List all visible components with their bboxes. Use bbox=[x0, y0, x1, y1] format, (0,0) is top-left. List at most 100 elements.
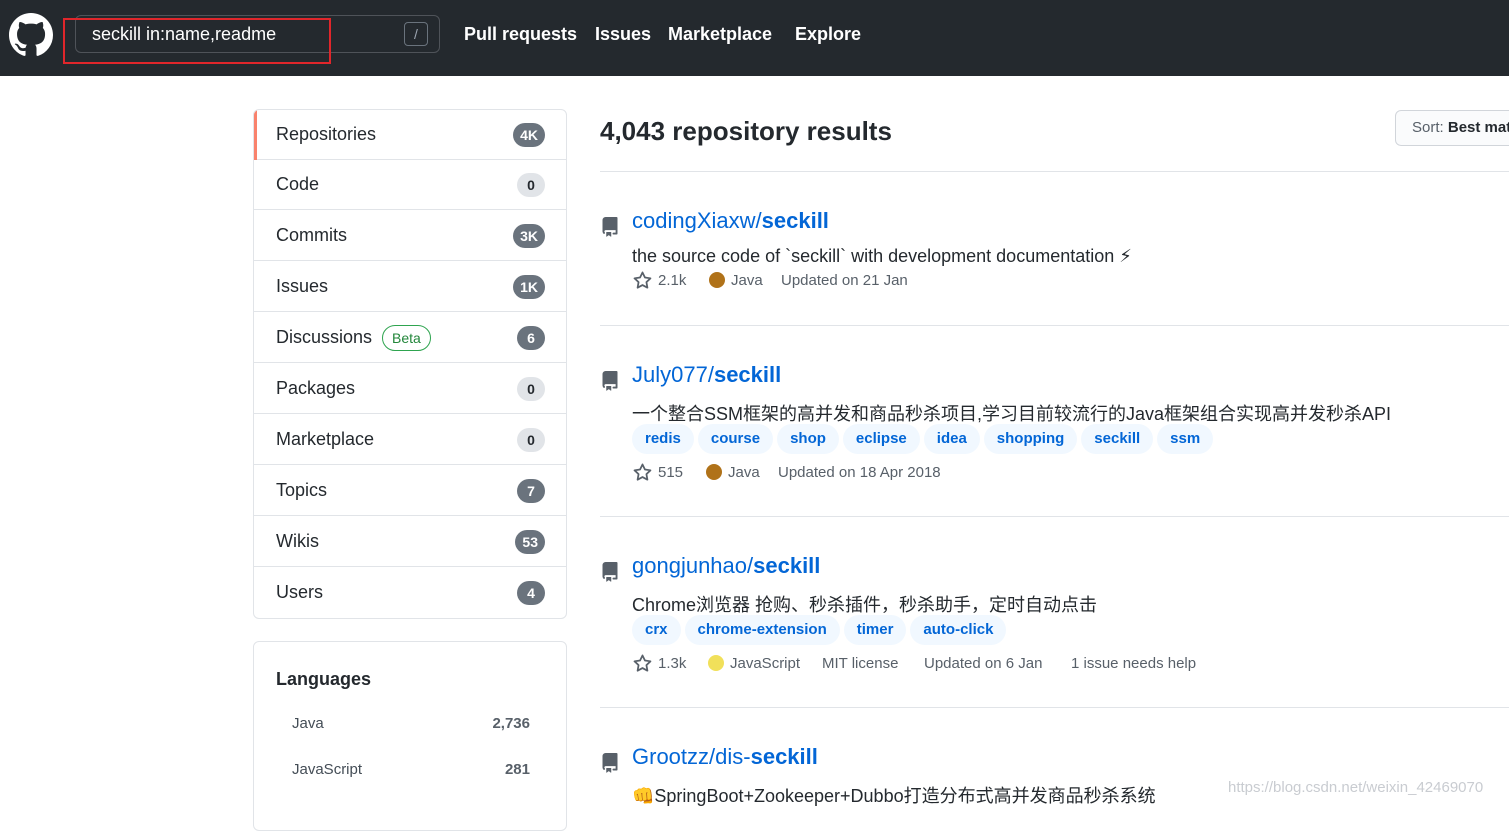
menu-item-label: Topics bbox=[276, 480, 328, 500]
nav-explore[interactable]: Explore bbox=[795, 24, 861, 45]
repo-icon bbox=[602, 562, 618, 582]
repo-description: 一个整合SSM框架的高并发和商品秒杀项目,学习目前较流行的Java框架组合实现高… bbox=[632, 404, 1392, 424]
csdn-watermark: https://blog.csdn.net/weixin_42469070 bbox=[1228, 779, 1484, 796]
topic-tag[interactable]: shop bbox=[777, 424, 839, 454]
results-divider bbox=[600, 516, 1509, 517]
topic-tag[interactable]: redis bbox=[632, 424, 694, 454]
menu-item-label: Repositories bbox=[276, 124, 377, 144]
language-color-dot bbox=[709, 272, 725, 288]
search-type-menu: Repositories 4K Code 0 Commits 3K Issues… bbox=[253, 109, 567, 619]
topic-tag[interactable]: crx bbox=[632, 615, 681, 645]
language-filter-javascript[interactable]: JavaScript 281 bbox=[292, 761, 530, 778]
menu-item-label: Users bbox=[276, 582, 324, 602]
repo-link[interactable]: Grootzz/dis-seckill bbox=[632, 744, 818, 770]
repo-link[interactable]: gongjunhao/seckill bbox=[632, 553, 820, 579]
repo-description: 👊SpringBoot+Zookeeper+Dubbo打造分布式高并发商品秒杀系… bbox=[632, 786, 1156, 806]
repo-license: MIT license bbox=[822, 655, 899, 672]
menu-item-counter: 6 bbox=[517, 326, 545, 350]
repo-topics: crx chrome-extension timer auto-click bbox=[632, 615, 1010, 645]
menu-item-label: Packages bbox=[276, 378, 356, 398]
repo-link[interactable]: July077/seckill bbox=[632, 362, 781, 388]
topic-tag[interactable]: auto-click bbox=[910, 615, 1007, 645]
star-icon[interactable] bbox=[632, 462, 653, 483]
beta-badge: Beta bbox=[382, 325, 431, 351]
star-icon[interactable] bbox=[632, 270, 653, 291]
repo-topics: redis course shop eclipse idea shopping seckil… bbox=[632, 424, 1217, 454]
topic-tag[interactable]: seckill bbox=[1081, 424, 1154, 454]
topic-tag[interactable]: ssm bbox=[1157, 424, 1214, 454]
repo-link[interactable]: codingXiaxw/seckill bbox=[632, 208, 829, 234]
menu-item-label: Wikis bbox=[276, 531, 319, 551]
menu-item-issues[interactable]: Issues 1K bbox=[254, 262, 566, 312]
languages-title: Languages bbox=[276, 669, 372, 689]
menu-item-code[interactable]: Code 0 bbox=[254, 160, 566, 210]
menu-item-topics[interactable]: Topics 7 bbox=[254, 466, 566, 516]
repo-language: JavaScript bbox=[708, 655, 800, 672]
menu-item-users[interactable]: Users 4 bbox=[254, 568, 566, 618]
menu-item-label: Marketplace bbox=[276, 429, 375, 449]
language-filter-java[interactable]: Java 2,736 bbox=[292, 715, 530, 732]
menu-item-counter: 7 bbox=[517, 479, 545, 503]
menu-item-discussions[interactable]: Discussions Beta 6 bbox=[254, 313, 566, 363]
repo-name-highlight: seckill bbox=[750, 744, 818, 769]
nav-pull-requests[interactable]: Pull requests bbox=[464, 24, 577, 45]
topic-tag[interactable]: course bbox=[697, 424, 774, 454]
topic-tag[interactable]: shopping bbox=[983, 424, 1078, 454]
menu-item-commits[interactable]: Commits 3K bbox=[254, 211, 566, 261]
sort-dropdown[interactable]: Sort: Best match bbox=[1395, 110, 1509, 146]
menu-item-label: Discussions bbox=[276, 327, 373, 347]
results-count-title: 4,043 repository results bbox=[600, 116, 892, 146]
repo-name-highlight: seckill bbox=[753, 553, 821, 578]
repo-help-issues[interactable]: 1 issue needs help bbox=[1071, 655, 1196, 672]
menu-item-repositories[interactable]: Repositories 4K bbox=[254, 110, 566, 160]
highlight-annotation-box bbox=[63, 18, 331, 64]
slash-shortcut-hint: / bbox=[404, 22, 428, 46]
nav-marketplace[interactable]: Marketplace bbox=[668, 24, 772, 45]
menu-item-counter: 4K bbox=[513, 123, 545, 147]
repo-stars[interactable]: 2.1k bbox=[658, 272, 686, 289]
repo-owner: codingXiaxw/ bbox=[632, 208, 762, 233]
menu-item-counter: 1K bbox=[513, 275, 545, 299]
menu-item-marketplace[interactable]: Marketplace 0 bbox=[254, 415, 566, 465]
repo-stars[interactable]: 1.3k bbox=[658, 655, 686, 672]
menu-item-counter: 3K bbox=[513, 224, 545, 248]
repo-updated: Updated on 18 Apr 2018 bbox=[778, 464, 941, 481]
repo-icon bbox=[602, 753, 618, 773]
sort-value: Best match bbox=[1447, 119, 1509, 136]
star-icon[interactable] bbox=[632, 653, 653, 674]
repo-updated: Updated on 6 Jan bbox=[924, 655, 1043, 672]
language-count: 281 bbox=[504, 761, 530, 778]
language-color-dot bbox=[706, 464, 722, 480]
repo-owner: gongjunhao/ bbox=[632, 553, 754, 578]
repo-owner: July077/ bbox=[632, 362, 714, 387]
menu-item-label: Issues bbox=[276, 276, 329, 296]
language-color-dot bbox=[708, 655, 724, 671]
nav-issues[interactable]: Issues bbox=[595, 24, 651, 45]
menu-item-label: Code bbox=[276, 174, 320, 194]
repo-description: the source code of `seckill` with develo… bbox=[632, 246, 1132, 266]
topic-tag[interactable]: chrome-extension bbox=[684, 615, 840, 645]
topic-tag[interactable]: idea bbox=[923, 424, 980, 454]
menu-item-packages[interactable]: Packages 0 bbox=[254, 364, 566, 414]
repo-language-name: Java bbox=[731, 272, 763, 289]
repo-language-name: Java bbox=[728, 464, 760, 481]
menu-item-wikis[interactable]: Wikis 53 bbox=[254, 517, 566, 567]
menu-item-label: Commits bbox=[276, 225, 347, 245]
repo-icon bbox=[602, 371, 618, 391]
repo-description: Chrome浏览器 抢购、秒杀插件，秒杀助手，定时自动点击 bbox=[632, 595, 1098, 615]
repo-language-name: JavaScript bbox=[730, 655, 801, 672]
results-divider bbox=[600, 325, 1509, 326]
repo-name-highlight: seckill bbox=[761, 208, 829, 233]
language-count: 2,736 bbox=[492, 715, 530, 732]
menu-item-counter: 53 bbox=[515, 530, 545, 554]
repo-icon bbox=[602, 217, 618, 237]
sort-label: Sort: bbox=[1412, 119, 1444, 136]
repo-stars[interactable]: 515 bbox=[658, 464, 683, 481]
menu-item-counter: 0 bbox=[517, 173, 545, 197]
github-logo-icon[interactable] bbox=[9, 13, 53, 57]
top-header: / Pull requests Issues Marketplace Explo… bbox=[0, 0, 1509, 76]
results-divider bbox=[600, 171, 1509, 172]
topic-tag[interactable]: eclipse bbox=[842, 424, 920, 454]
topic-tag[interactable]: timer bbox=[843, 615, 907, 645]
menu-item-counter: 4 bbox=[517, 581, 545, 605]
